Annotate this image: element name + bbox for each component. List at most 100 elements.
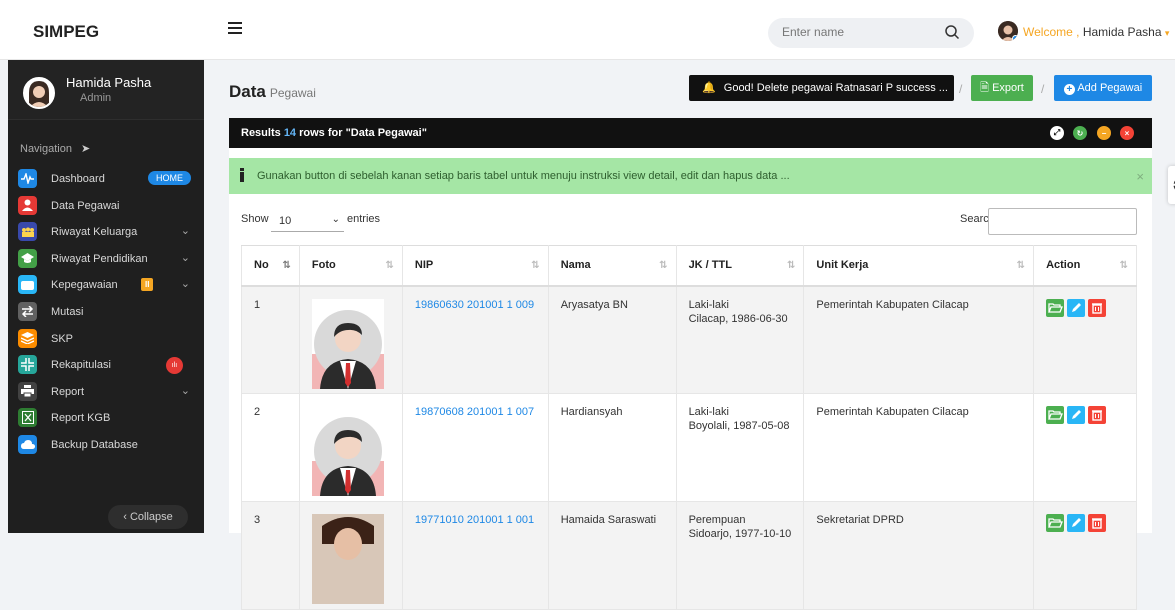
user-menu[interactable]: Welcome , Hamida Pasha ▾ bbox=[1023, 25, 1169, 39]
chevron-down-icon: ⌄ bbox=[180, 251, 190, 264]
nip-link[interactable]: 19860630 201001 1 009 bbox=[415, 299, 534, 311]
settings-tab[interactable] bbox=[1168, 166, 1175, 204]
sidebar-item-report[interactable]: Report ⌄ bbox=[8, 379, 204, 406]
profile-name: Hamida Pasha bbox=[66, 75, 152, 90]
kepegawaian-badge: II bbox=[141, 278, 154, 292]
send-icon: ➤ bbox=[81, 143, 91, 155]
column-label: Nama bbox=[560, 259, 591, 272]
sidebar-item-riwayat-pendidikan[interactable]: Riwayat Pendidikan ⌄ bbox=[8, 246, 204, 273]
sort-icon: ⇅ bbox=[787, 260, 796, 271]
cell-ttl: Cilacap, 1986-06-30 bbox=[688, 312, 788, 325]
page-title-main: Data bbox=[229, 82, 266, 101]
cell-nip: 19860630 201001 1 009 bbox=[401, 285, 549, 394]
sidebar-item-mutasi[interactable]: Mutasi bbox=[8, 299, 204, 326]
separator: / bbox=[959, 82, 963, 96]
page-title: Data Pegawai bbox=[229, 82, 316, 102]
column-header-unit-kerja[interactable]: Unit Kerja ⇅ bbox=[803, 245, 1035, 287]
export-label: Export bbox=[992, 82, 1024, 94]
sidebar-item-label: Riwayat Pendidikan bbox=[51, 252, 148, 265]
column-header-foto[interactable]: Foto ⇅ bbox=[298, 245, 403, 287]
plus-circle-icon: + bbox=[1063, 84, 1075, 95]
sidebar-item-report-kgb[interactable]: Report KGB bbox=[8, 405, 204, 432]
menu-toggle-icon[interactable] bbox=[228, 22, 242, 35]
cell-unit-kerja: Sekretariat DPRD bbox=[803, 501, 1035, 610]
sidebar-item-kepegawaian[interactable]: Kepegawaian II ⌄ bbox=[8, 272, 204, 299]
export-button[interactable]: 🗎 Export bbox=[971, 75, 1033, 101]
edit-button[interactable] bbox=[1067, 298, 1086, 317]
profile-avatar[interactable] bbox=[23, 77, 55, 109]
sidebar-item-label: Data Pegawai bbox=[51, 199, 120, 212]
top-bar: SIMPEG Welcome , Hamida Pasha ▾ bbox=[0, 0, 1175, 60]
cell-foto bbox=[298, 501, 403, 610]
delete-button[interactable] bbox=[1088, 406, 1107, 424]
column-label: No bbox=[254, 259, 269, 272]
view-button[interactable] bbox=[1046, 514, 1065, 532]
cell-nama: Hamaida Saraswati bbox=[547, 501, 677, 610]
chevron-down-icon: ⌄ bbox=[180, 278, 190, 291]
refresh-icon[interactable]: ↻ bbox=[1073, 126, 1087, 140]
pencil-icon bbox=[1072, 518, 1082, 527]
search-input[interactable] bbox=[782, 25, 932, 39]
education-icon bbox=[18, 248, 37, 268]
chevron-down-icon: ⌄ bbox=[331, 214, 340, 225]
column-header-jk-ttl[interactable]: JK / TTL ⇅ bbox=[675, 245, 805, 287]
close-icon[interactable]: × bbox=[1120, 126, 1134, 140]
alert-close-icon[interactable]: × bbox=[1136, 169, 1144, 184]
user-icon bbox=[18, 195, 37, 215]
nip-link[interactable]: 19771010 201001 1 001 bbox=[415, 514, 534, 526]
sidebar-item-riwayat-keluarga[interactable]: Riwayat Keluarga ⌄ bbox=[8, 219, 204, 246]
add-pegawai-button[interactable]: + Add Pegawai bbox=[1054, 75, 1152, 101]
column-header-action[interactable]: Action ⇅ bbox=[1033, 245, 1137, 287]
user-avatar[interactable] bbox=[998, 21, 1018, 41]
cell-foto bbox=[298, 285, 403, 394]
edit-button[interactable] bbox=[1067, 406, 1086, 424]
notification-button[interactable]: 🔔 Good! Delete pegawai Ratnasari P succe… bbox=[689, 75, 954, 101]
data-panel: Results 14 rows for "Data Pegawai" ⤢ ↻ −… bbox=[229, 118, 1152, 610]
column-header-nama[interactable]: Nama ⇅ bbox=[547, 245, 677, 287]
sidebar-item-label: Report KGB bbox=[51, 412, 111, 425]
nip-link[interactable]: 19870608 201001 1 007 bbox=[415, 406, 534, 418]
sidebar-item-data-pegawai[interactable]: Data Pegawai bbox=[8, 193, 204, 220]
sort-icon: ⇅ bbox=[659, 260, 668, 271]
cell-nama: Aryasatya BN bbox=[547, 285, 677, 394]
sidebar-item-backup-database[interactable]: Backup Database bbox=[8, 432, 204, 459]
family-icon bbox=[18, 222, 37, 242]
delete-button[interactable] bbox=[1088, 514, 1107, 532]
separator: / bbox=[1041, 82, 1045, 96]
delete-button[interactable] bbox=[1088, 298, 1107, 317]
expand-icon[interactable]: ⤢ bbox=[1050, 126, 1064, 140]
column-label: Unit Kerja bbox=[816, 259, 869, 272]
column-header-nip[interactable]: NIP ⇅ bbox=[401, 245, 549, 287]
layers-icon bbox=[18, 328, 37, 348]
search-icon[interactable] bbox=[944, 24, 960, 40]
column-header-no[interactable]: No ⇅ bbox=[241, 245, 300, 287]
collapse-label: Collapse bbox=[129, 511, 173, 523]
view-button[interactable] bbox=[1046, 406, 1065, 424]
pegawai-table: No ⇅ Foto ⇅ NIP ⇅ Nama ⇅ JK / TTL ⇅ Unit Kerj… bbox=[241, 245, 1137, 610]
sidebar-item-label: Dashboard bbox=[51, 173, 105, 185]
employee-photo bbox=[311, 406, 384, 496]
cell-no: 1 bbox=[241, 285, 300, 394]
cell-action bbox=[1033, 393, 1137, 502]
nav-heading: Navigation ➤ bbox=[20, 142, 90, 155]
cell-jk-ttl: Laki-laki Cilacap, 1986-06-30 bbox=[675, 285, 805, 394]
view-button[interactable] bbox=[1046, 298, 1065, 317]
sidebar-profile: Hamida Pasha Admin bbox=[8, 60, 204, 120]
sidebar-item-skp[interactable]: SKP bbox=[8, 326, 204, 353]
minimize-icon[interactable]: − bbox=[1097, 126, 1111, 140]
cell-jk: Laki-laki bbox=[688, 406, 729, 418]
sort-icon: ⇅ bbox=[1016, 260, 1026, 271]
sidebar-item-rekapitulasi[interactable]: Rekapitulasi ılı bbox=[8, 352, 204, 379]
notification-text: Good! Delete pegawai Ratnasari P success… bbox=[723, 82, 948, 94]
gear-icon bbox=[1173, 180, 1175, 190]
trash-icon bbox=[1092, 518, 1103, 529]
info-icon bbox=[240, 168, 244, 182]
brand-logo[interactable]: SIMPEG bbox=[33, 22, 99, 42]
sidebar-item-dashboard[interactable]: Dashboard HOME bbox=[8, 166, 204, 193]
edit-button[interactable] bbox=[1067, 514, 1086, 532]
cell-nama: Hardiansyah bbox=[547, 393, 677, 502]
page-size-select[interactable]: 10 ⌄ bbox=[271, 210, 344, 232]
table-search-input[interactable] bbox=[988, 208, 1137, 235]
pencil-icon bbox=[1072, 410, 1082, 419]
collapse-button[interactable]: ‹ Collapse bbox=[108, 505, 188, 529]
